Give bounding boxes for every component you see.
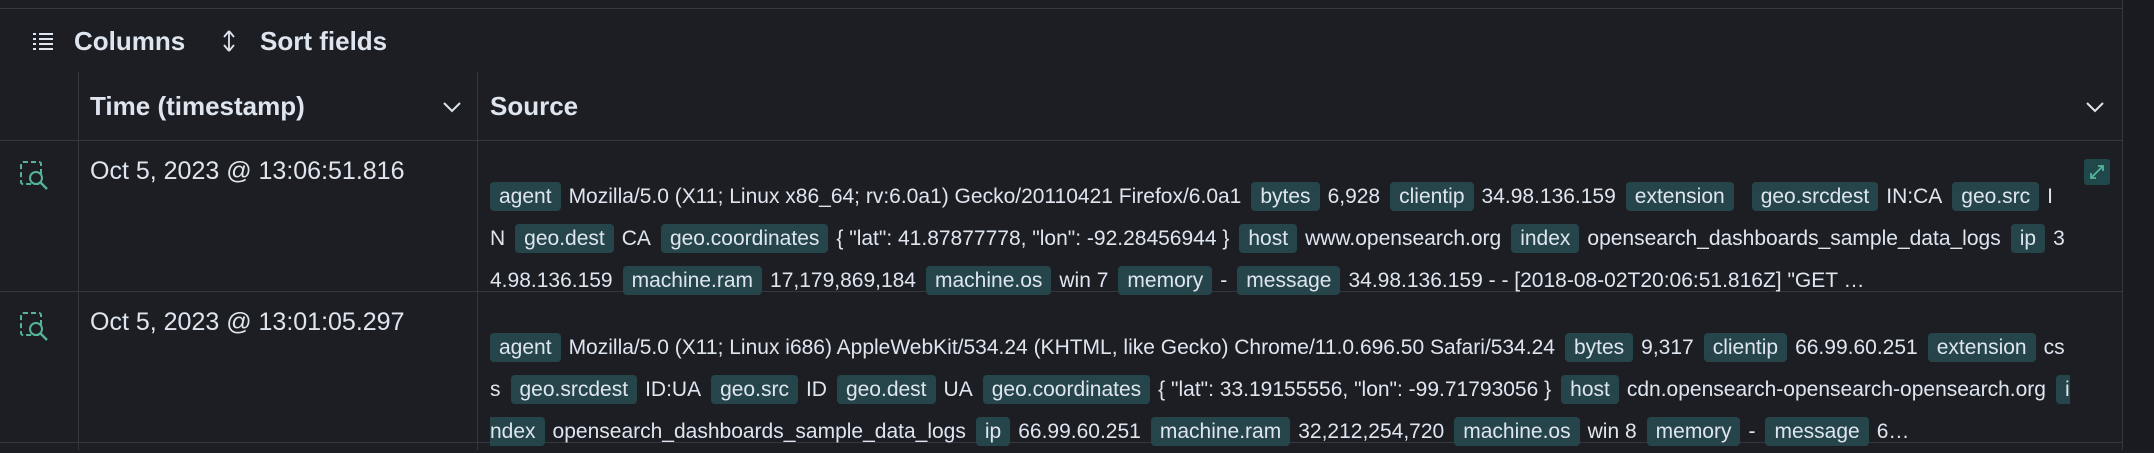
field-name-badge: extension xyxy=(1625,182,1734,211)
field-name-badge: geo.dest xyxy=(836,375,936,404)
field-value: 6,928 xyxy=(1327,185,1381,208)
inspect-document-icon[interactable] xyxy=(18,310,50,342)
table-row: Oct 5, 2023 @ 13:06:51.816 agent Mozilla/… xyxy=(0,141,2122,295)
field-name-badge: machine.os xyxy=(1454,417,1580,446)
field-name-badge: geo.src xyxy=(1952,182,2040,211)
field-value: opensearch_dashboards_sample_data_logs xyxy=(1587,227,2001,250)
field-value: 34.98.136.159 - - [2018-08-02T20:06:51.8… xyxy=(1348,269,1865,292)
field-value: 6… xyxy=(1876,420,1910,443)
field-value: { "lat": 41.87877778, "lon": -92.2845694… xyxy=(836,227,1230,250)
row-timestamp: Oct 5, 2023 @ 13:01:05.297 xyxy=(90,308,405,336)
table-header: Time (timestamp) Source xyxy=(0,72,2122,141)
field-name-badge: extension xyxy=(1927,333,2036,362)
scrollbar-track[interactable] xyxy=(2123,0,2154,450)
field-name-badge: machine.os xyxy=(926,266,1052,295)
field-name-badge: host xyxy=(1239,224,1298,253)
inspect-document-icon[interactable] xyxy=(18,159,50,191)
field-value: 9,317 xyxy=(1641,336,1694,359)
columns-label: Columns xyxy=(74,25,186,56)
chevron-down-icon[interactable] xyxy=(441,96,463,118)
list-icon xyxy=(30,28,56,54)
column-header-time[interactable]: Time (timestamp) xyxy=(90,72,305,140)
field-name-badge: ip xyxy=(975,417,1011,446)
field-name-badge: clientip xyxy=(1390,182,1474,211)
field-value: cdn.opensearch-opensearch-opensearch.org xyxy=(1626,378,2046,401)
field-name-badge: agent xyxy=(490,333,561,362)
field-name-badge: machine.ram xyxy=(622,266,763,295)
columns-button[interactable]: Columns xyxy=(30,26,185,57)
sort-arrows-icon xyxy=(216,28,242,54)
field-name-badge: index xyxy=(1511,224,1580,253)
field-value: opensearch_dashboards_sample_data_logs xyxy=(552,420,966,443)
field-name-badge: clientip xyxy=(1703,333,1788,362)
field-name-badge: host xyxy=(1561,375,1619,404)
field-value: 17,179,869,184 xyxy=(770,269,916,292)
source-fields: agent Mozilla/5.0 (X11; Linux x86_64; rv:… xyxy=(490,176,2072,302)
sort-fields-label: Sort fields xyxy=(260,25,388,56)
field-value: CA xyxy=(621,227,651,250)
field-value: - xyxy=(1748,420,1756,443)
field-value: IN:CA xyxy=(1886,185,1943,208)
table-row: Oct 5, 2023 @ 13:01:05.297 agent Mozilla/… xyxy=(0,292,2122,446)
field-value: win 7 xyxy=(1059,269,1109,292)
source-fields: agent Mozilla/5.0 (X11; Linux i686) Apple… xyxy=(490,327,2072,453)
field-name-badge: agent xyxy=(490,182,561,211)
field-name-badge: message xyxy=(1237,266,1341,295)
field-name-badge: memory xyxy=(1646,417,1741,446)
field-value: ID xyxy=(805,378,827,401)
row-timestamp: Oct 5, 2023 @ 13:06:51.816 xyxy=(90,157,405,185)
field-value: 66.99.60.251 xyxy=(1018,420,1141,443)
field-value: 32,212,254,720 xyxy=(1298,420,1445,443)
field-name-badge: geo.dest xyxy=(515,224,614,253)
field-value: ID:UA xyxy=(645,378,702,401)
discover-table-panel: Columns Sort fields Time (timestamp) Sou… xyxy=(0,0,2123,450)
sort-fields-button[interactable]: Sort fields xyxy=(216,26,387,57)
field-value: win 8 xyxy=(1587,420,1637,443)
grid-toolbar: Columns Sort fields xyxy=(0,8,2122,74)
field-value: - xyxy=(1220,269,1228,292)
chevron-down-icon[interactable] xyxy=(2084,96,2106,118)
column-header-source[interactable]: Source xyxy=(490,72,578,140)
field-name-badge: geo.srcdest xyxy=(510,375,638,404)
field-name-badge: geo.coordinates xyxy=(982,375,1151,404)
field-value: www.opensearch.org xyxy=(1305,227,1502,250)
field-name-badge: memory xyxy=(1118,266,1213,295)
field-value: Mozilla/5.0 (X11; Linux x86_64; rv:6.0a1… xyxy=(568,185,1242,208)
expand-icon[interactable] xyxy=(2084,159,2110,185)
field-name-badge: message xyxy=(1765,417,1869,446)
field-name-badge: bytes xyxy=(1564,333,1634,362)
field-value: Mozilla/5.0 (X11; Linux i686) AppleWebKi… xyxy=(568,336,1555,359)
field-name-badge: geo.srcdest xyxy=(1751,182,1879,211)
field-name-badge: ip xyxy=(2010,224,2046,253)
field-name-badge: machine.ram xyxy=(1150,417,1291,446)
field-value: { "lat": 33.19155556, "lon": -99.7179305… xyxy=(1158,378,1552,401)
field-name-badge: geo.coordinates xyxy=(660,224,829,253)
field-name-badge: geo.src xyxy=(711,375,798,404)
field-value: 34.98.136.159 xyxy=(1481,185,1616,208)
field-value: 66.99.60.251 xyxy=(1795,336,1918,359)
field-name-badge: bytes xyxy=(1251,182,1320,211)
field-value: UA xyxy=(943,378,973,401)
